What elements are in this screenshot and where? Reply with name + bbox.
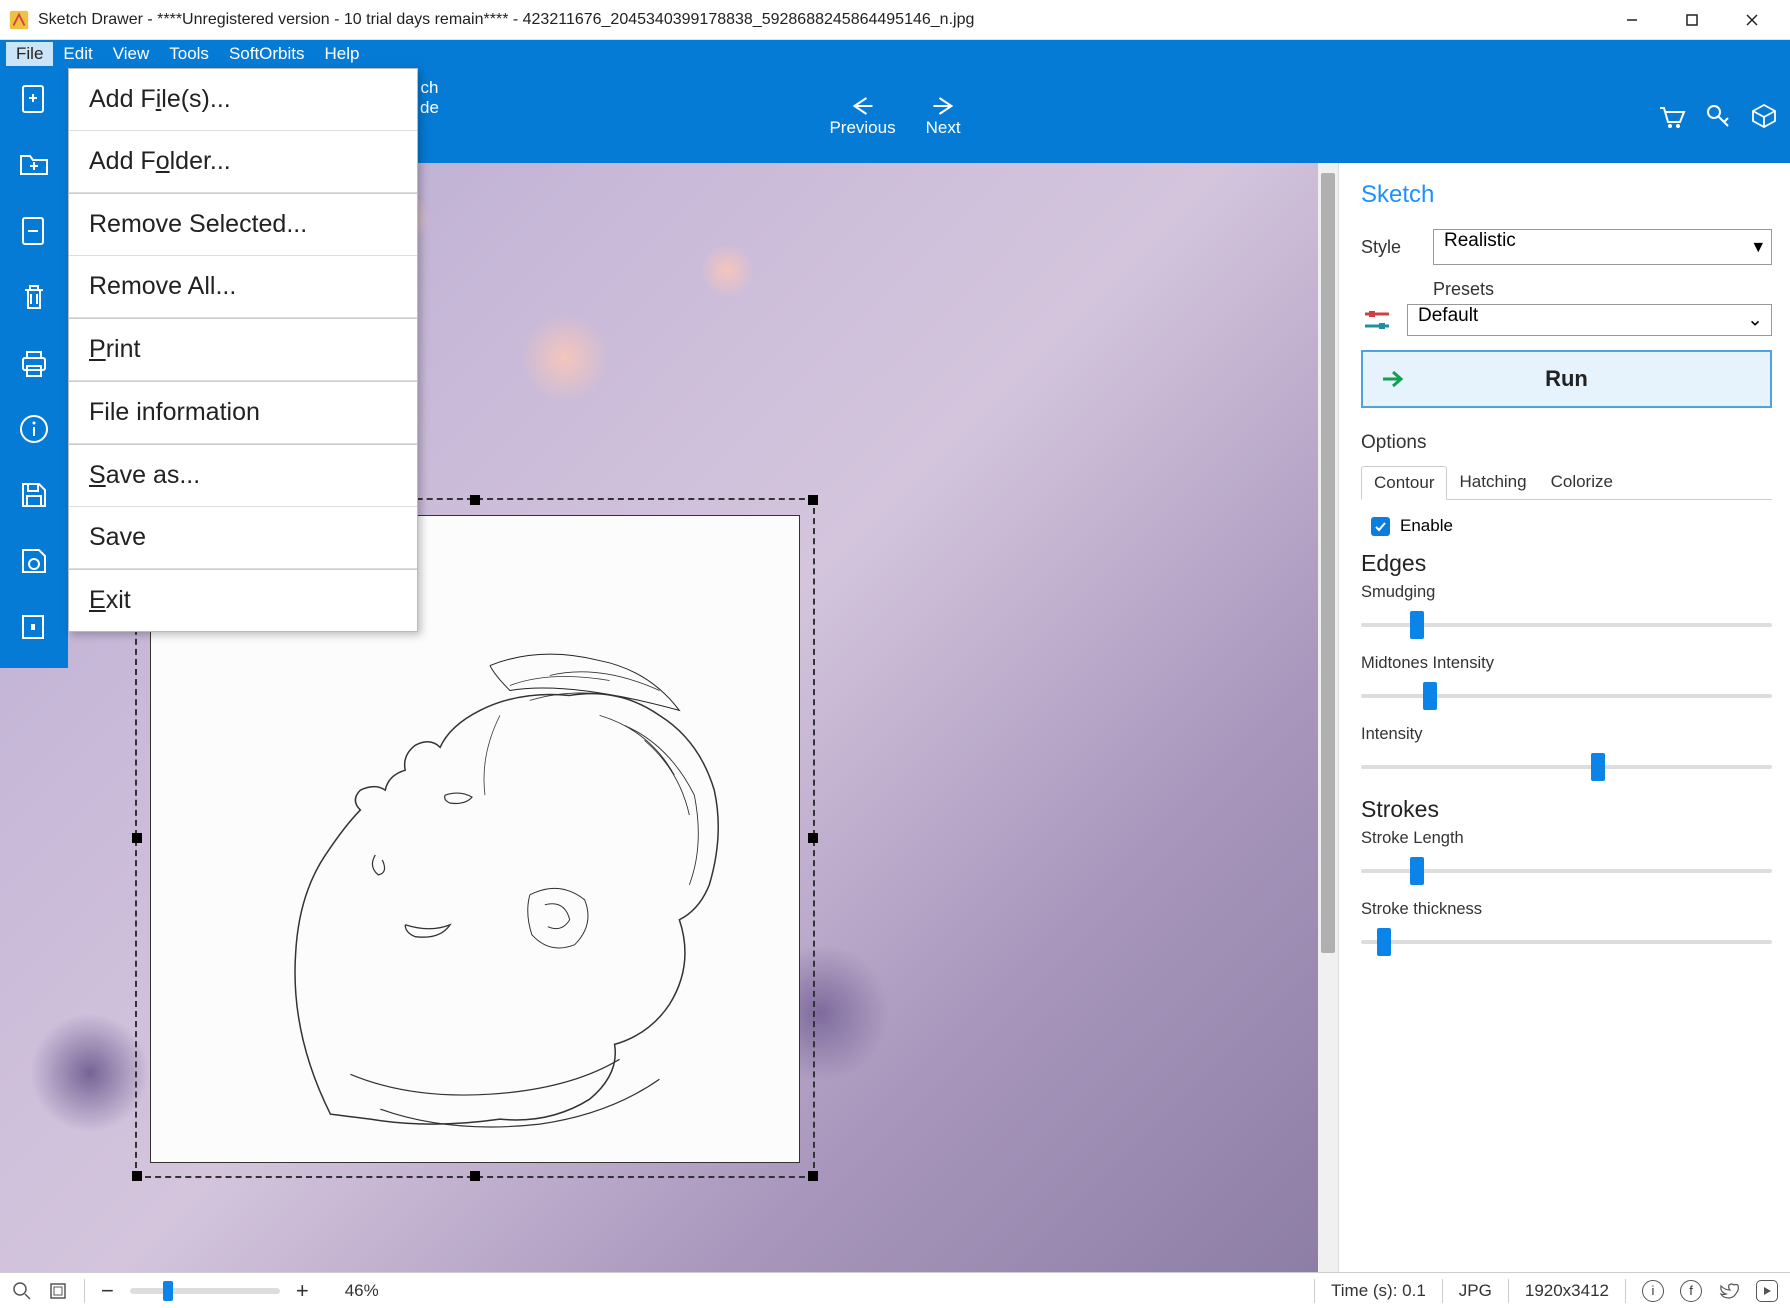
menu-view[interactable]: View: [103, 42, 160, 66]
menu-save[interactable]: Save: [69, 507, 417, 569]
print-icon[interactable]: [15, 344, 53, 382]
arrow-left-icon: [849, 94, 877, 118]
option-tabs: Contour Hatching Colorize: [1361, 466, 1772, 500]
exit-icon[interactable]: [15, 608, 53, 646]
window-controls: [1602, 0, 1782, 40]
style-value: Realistic: [1444, 230, 1516, 251]
remove-file-icon[interactable]: [15, 212, 53, 250]
trash-icon[interactable]: [15, 278, 53, 316]
enable-checkbox[interactable]: [1371, 517, 1390, 536]
menu-exit[interactable]: Exit: [69, 569, 417, 631]
sliders-icon[interactable]: [1361, 304, 1393, 336]
info-status-icon[interactable]: i: [1642, 1280, 1664, 1302]
previous-label: Previous: [829, 118, 895, 138]
presets-select[interactable]: Default ⌄: [1407, 304, 1772, 336]
menu-print[interactable]: Print: [69, 318, 417, 381]
magnifier-icon[interactable]: [12, 1281, 32, 1301]
menu-add-folder[interactable]: Add Folder...: [69, 131, 417, 193]
menu-save-as[interactable]: Save as...: [69, 444, 417, 507]
youtube-icon[interactable]: [1756, 1280, 1778, 1302]
toolbar-right: [1656, 102, 1778, 130]
cart-icon[interactable]: [1656, 102, 1686, 130]
toolbar-nav: Previous Next: [829, 94, 960, 138]
batch-mode-l1: ch: [420, 78, 438, 97]
maximize-button[interactable]: [1662, 0, 1722, 40]
titlebar: Sketch Drawer - ****Unregistered version…: [0, 0, 1790, 40]
batch-mode-fragment: ch de: [420, 78, 439, 118]
window-title: Sketch Drawer - ****Unregistered version…: [38, 11, 1602, 29]
next-button[interactable]: Next: [926, 94, 961, 138]
stroke-thickness-label: Stroke thickness: [1361, 900, 1772, 919]
close-button[interactable]: [1722, 0, 1782, 40]
canvas-scrollbar[interactable]: [1318, 163, 1338, 1272]
midtones-label: Midtones Intensity: [1361, 654, 1772, 673]
presets-row: Default ⌄: [1361, 304, 1772, 336]
minimize-button[interactable]: [1602, 0, 1662, 40]
enable-row: Enable: [1371, 516, 1772, 536]
style-label: Style: [1361, 237, 1419, 258]
strokes-heading: Strokes: [1361, 796, 1772, 823]
fit-screen-icon[interactable]: [48, 1281, 68, 1301]
zoom-out-button[interactable]: −: [101, 1278, 114, 1304]
menu-add-files[interactable]: Add File(s)...: [69, 69, 417, 131]
midtones-slider[interactable]: [1361, 681, 1772, 711]
menu-softorbits[interactable]: SoftOrbits: [219, 42, 315, 66]
menu-file[interactable]: File: [6, 42, 53, 66]
zoom-slider[interactable]: [130, 1288, 280, 1294]
statusbar: − + 46% Time (s): 0.1 JPG 1920x3412 i f: [0, 1272, 1790, 1308]
style-row: Style Realistic ▾: [1361, 229, 1772, 265]
file-menu-dropdown: Add File(s)... Add Folder... Remove Sele…: [68, 68, 418, 632]
intensity-label: Intensity: [1361, 725, 1772, 744]
app-icon: [8, 9, 30, 31]
smudging-slider[interactable]: [1361, 610, 1772, 640]
tab-contour[interactable]: Contour: [1361, 466, 1447, 500]
previous-button[interactable]: Previous: [829, 94, 895, 138]
presets-value: Default: [1418, 305, 1478, 326]
menu-remove-all[interactable]: Remove All...: [69, 256, 417, 318]
time-value: Time (s): 0.1: [1331, 1281, 1426, 1301]
edges-heading: Edges: [1361, 550, 1772, 577]
menubar: File Edit View Tools SoftOrbits Help: [0, 40, 1790, 68]
tab-hatching[interactable]: Hatching: [1447, 466, 1538, 499]
run-button[interactable]: Run: [1361, 350, 1772, 408]
smudging-label: Smudging: [1361, 583, 1772, 602]
menu-remove-selected[interactable]: Remove Selected...: [69, 193, 417, 256]
batch-mode-l2: de: [420, 98, 439, 117]
run-label: Run: [1545, 366, 1588, 392]
presets-label: Presets: [1433, 279, 1772, 300]
menu-tools[interactable]: Tools: [159, 42, 219, 66]
options-label: Options: [1361, 432, 1772, 454]
menu-file-info[interactable]: File information: [69, 381, 417, 444]
intensity-slider[interactable]: [1361, 752, 1772, 782]
save-as-icon[interactable]: [15, 476, 53, 514]
stroke-length-label: Stroke Length: [1361, 829, 1772, 848]
key-icon[interactable]: [1704, 102, 1732, 130]
zoom-value: 46%: [345, 1281, 379, 1301]
stroke-thickness-slider[interactable]: [1361, 927, 1772, 957]
format-value: JPG: [1459, 1281, 1492, 1301]
add-file-icon[interactable]: [15, 80, 53, 118]
tab-colorize[interactable]: Colorize: [1539, 466, 1625, 499]
chevron-down-icon: ▾: [1753, 236, 1763, 259]
chevron-down-icon: ⌄: [1747, 309, 1763, 332]
sketch-panel: Sketch Style Realistic ▾ Presets Default…: [1338, 163, 1790, 1272]
menu-help[interactable]: Help: [315, 42, 370, 66]
stroke-length-slider[interactable]: [1361, 856, 1772, 886]
next-label: Next: [926, 118, 961, 138]
enable-label: Enable: [1400, 516, 1453, 536]
arrow-right-icon: [929, 94, 957, 118]
cube-icon[interactable]: [1750, 102, 1778, 130]
run-arrow-icon: [1381, 369, 1405, 389]
facebook-icon[interactable]: f: [1680, 1280, 1702, 1302]
sidebar-toolbar: [0, 68, 68, 668]
menu-edit[interactable]: Edit: [53, 42, 102, 66]
zoom-in-button[interactable]: +: [296, 1278, 309, 1304]
dimensions-value: 1920x3412: [1525, 1281, 1609, 1301]
add-folder-icon[interactable]: [15, 146, 53, 184]
style-select[interactable]: Realistic ▾: [1433, 229, 1772, 265]
info-icon[interactable]: [15, 410, 53, 448]
panel-title: Sketch: [1361, 181, 1772, 209]
save-icon[interactable]: [15, 542, 53, 580]
twitter-icon[interactable]: [1718, 1280, 1740, 1302]
